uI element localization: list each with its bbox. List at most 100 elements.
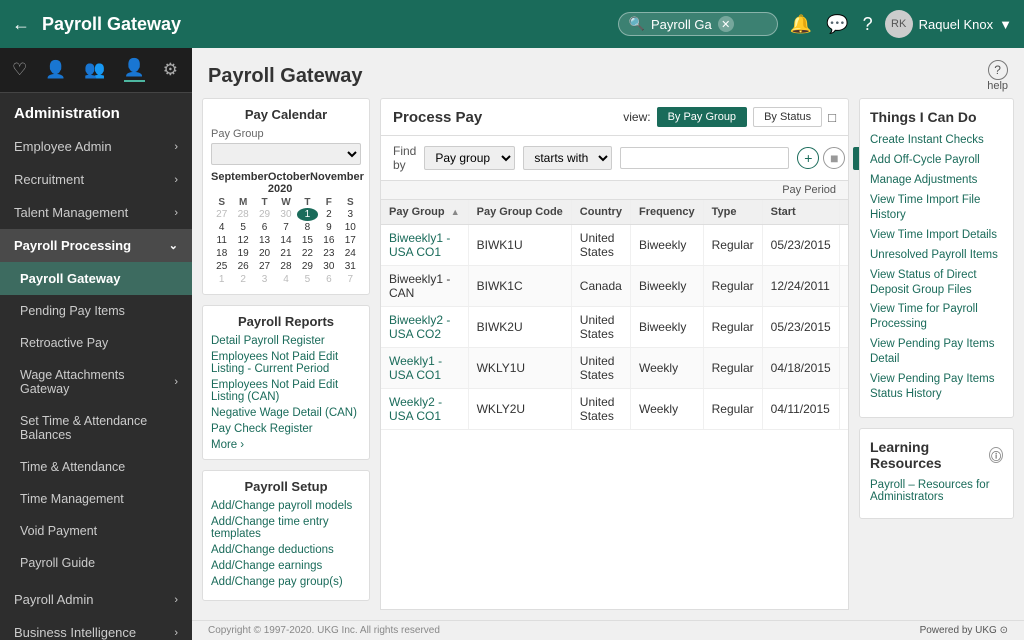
link-payroll-resources[interactable]: Payroll – Resources for Administrators xyxy=(870,479,1003,503)
favorites-icon[interactable]: ♡ xyxy=(12,60,27,80)
cal-week-5: 25262728293031 xyxy=(211,260,361,273)
add-filter-button[interactable]: + xyxy=(797,147,819,169)
sidebar-item-retroactive-pay[interactable]: Retroactive Pay xyxy=(0,327,192,359)
cell-country: United States xyxy=(571,307,630,348)
setup-link-pay-groups[interactable]: Add/Change pay group(s) xyxy=(211,576,361,588)
setup-link-payroll-models[interactable]: Add/Change payroll models xyxy=(211,500,361,512)
user-menu[interactable]: RK Raquel Knox ▼ xyxy=(885,10,1012,38)
find-actions: + ■ xyxy=(797,147,845,169)
sidebar-item-payroll-admin[interactable]: Payroll Admin › xyxy=(0,583,192,616)
cell-pay-group-code: BIWK1C xyxy=(468,266,571,307)
pay-group-link[interactable]: Biweekly2 - USA CO2 xyxy=(389,313,450,341)
sidebar-item-time-management[interactable]: Time Management xyxy=(0,483,192,515)
pay-group-select[interactable] xyxy=(211,143,361,165)
settings-gear-icon[interactable]: ⚙ xyxy=(163,60,178,80)
pay-period-label: Pay Period xyxy=(380,181,849,200)
col-start[interactable]: Start xyxy=(762,200,839,225)
table-body: Biweekly1 - USA CO1 BIWK1U United States… xyxy=(381,225,849,430)
sidebar-item-recruitment[interactable]: Recruitment › xyxy=(0,163,192,196)
link-view-time-import-details[interactable]: View Time Import Details xyxy=(870,228,1003,243)
right-panel: Things I Can Do Create Instant Checks Ad… xyxy=(859,98,1014,610)
people-icon[interactable]: 👥 xyxy=(84,60,105,80)
report-link-paycheck[interactable]: Pay Check Register xyxy=(211,423,361,435)
col-end[interactable]: End xyxy=(839,200,849,225)
link-unresolved-payroll[interactable]: Unresolved Payroll Items xyxy=(870,248,1003,263)
col-frequency[interactable]: Frequency xyxy=(630,200,703,225)
condition-select[interactable]: starts with equals contains xyxy=(523,146,612,170)
find-by-select[interactable]: Pay group Status Country Frequency xyxy=(424,146,515,170)
link-view-time-payroll-processing[interactable]: View Time for Payroll Processing xyxy=(870,302,1003,332)
help-icon[interactable]: ? xyxy=(863,14,873,35)
top-nav: ← Payroll Gateway 🔍 Payroll Ga ✕ 🔔 💬 ? R… xyxy=(0,0,1024,48)
sidebar-item-pending-pay-items[interactable]: Pending Pay Items xyxy=(0,295,192,327)
sidebar-item-payroll-processing[interactable]: Payroll Processing ⌄ xyxy=(0,229,192,262)
person-add-icon[interactable]: 👤 xyxy=(124,58,145,82)
search-input[interactable] xyxy=(620,147,789,169)
nav-icons: 🔔 💬 ? xyxy=(790,14,873,35)
cell-type: Regular xyxy=(703,389,762,430)
sidebar-label-set-time-attendance: Set Time & Attendance Balances xyxy=(20,414,178,442)
cell-start: 05/23/2015 xyxy=(762,225,839,266)
cal-week-4: 18192021222324 xyxy=(211,247,361,260)
info-icon[interactable]: ⓘ xyxy=(989,447,1003,463)
report-link-not-paid-current[interactable]: Employees Not Paid Edit Listing - Curren… xyxy=(211,351,361,375)
payroll-setup-title: Payroll Setup xyxy=(211,479,361,494)
days-of-week-row: SMTWTFS xyxy=(211,197,361,208)
remove-filter-button[interactable]: ■ xyxy=(823,147,845,169)
setup-link-time-entry[interactable]: Add/Change time entry templates xyxy=(211,516,361,540)
person-icon[interactable]: 👤 xyxy=(45,60,66,80)
notification-bell-icon[interactable]: 🔔 xyxy=(790,14,812,35)
chevron-down-icon: ⌄ xyxy=(169,239,178,252)
prev-month: September xyxy=(211,171,268,195)
sidebar-item-talent-management[interactable]: Talent Management › xyxy=(0,196,192,229)
report-links: Detail Payroll Register Employees Not Pa… xyxy=(211,335,361,435)
col-country[interactable]: Country xyxy=(571,200,630,225)
pay-group-link[interactable]: Biweekly1 - USA CO1 xyxy=(389,231,450,259)
link-view-pending-pay-status[interactable]: View Pending Pay Items Status History xyxy=(870,372,1003,402)
main-header: Payroll Gateway ? help xyxy=(192,48,1024,98)
help-button[interactable]: ? help xyxy=(987,60,1008,92)
toggle-by-pay-group-button[interactable]: By Pay Group xyxy=(657,107,747,127)
cell-frequency: Biweekly xyxy=(630,266,703,307)
report-link-detail-payroll[interactable]: Detail Payroll Register xyxy=(211,335,361,347)
col-type[interactable]: Type xyxy=(703,200,762,225)
toggle-by-status-button[interactable]: By Status xyxy=(753,107,822,127)
setup-links: Add/Change payroll models Add/Change tim… xyxy=(211,500,361,588)
sidebar-item-time-attendance[interactable]: Time & Attendance xyxy=(0,451,192,483)
calendar-grid: SMTWTFS 27282930123 45678910 11121314151… xyxy=(211,197,361,286)
sidebar-label-time-attendance: Time & Attendance xyxy=(20,460,125,474)
find-bar: Find by Pay group Status Country Frequen… xyxy=(380,136,849,181)
chevron-right-icon: › xyxy=(174,627,178,639)
cell-end: 06/05/2015 xyxy=(839,225,849,266)
link-create-instant-checks[interactable]: Create Instant Checks xyxy=(870,133,1003,148)
pay-group-link[interactable]: Weekly1 - USA CO1 xyxy=(389,354,442,382)
report-link-negative-wage[interactable]: Negative Wage Detail (CAN) xyxy=(211,407,361,419)
main-content: Payroll Gateway ? help Pay Calendar Pay … xyxy=(192,48,1024,640)
col-pay-group-code[interactable]: Pay Group Code xyxy=(468,200,571,225)
back-button[interactable]: ← xyxy=(12,14,30,35)
search-clear-button[interactable]: ✕ xyxy=(718,16,734,32)
sidebar-item-business-intelligence[interactable]: Business Intelligence › xyxy=(0,616,192,640)
link-view-pending-pay-detail[interactable]: View Pending Pay Items Detail xyxy=(870,337,1003,367)
sidebar-item-wage-attachments[interactable]: Wage Attachments Gateway › xyxy=(0,359,192,405)
sidebar-item-employee-admin[interactable]: Employee Admin › xyxy=(0,130,192,163)
link-manage-adjustments[interactable]: Manage Adjustments xyxy=(870,173,1003,188)
chevron-right-icon: › xyxy=(174,141,178,153)
cell-frequency: Biweekly xyxy=(630,225,703,266)
link-add-off-cycle[interactable]: Add Off-Cycle Payroll xyxy=(870,153,1003,168)
sidebar-item-payroll-gateway[interactable]: Payroll Gateway xyxy=(0,262,192,295)
sidebar-item-set-time-attendance[interactable]: Set Time & Attendance Balances xyxy=(0,405,192,451)
setup-link-earnings[interactable]: Add/Change earnings xyxy=(211,560,361,572)
sidebar-item-payroll-guide[interactable]: Payroll Guide xyxy=(0,547,192,579)
report-link-not-paid-can[interactable]: Employees Not Paid Edit Listing (CAN) xyxy=(211,379,361,403)
col-pay-group[interactable]: Pay Group ▲ xyxy=(381,200,468,225)
expand-icon[interactable]: □ xyxy=(828,110,836,125)
setup-link-deductions[interactable]: Add/Change deductions xyxy=(211,544,361,556)
link-view-time-import-history[interactable]: View Time Import File History xyxy=(870,193,1003,223)
reports-more-link[interactable]: More › xyxy=(211,439,361,451)
pay-group-link[interactable]: Weekly2 - USA CO1 xyxy=(389,395,442,423)
sidebar-item-void-payment[interactable]: Void Payment xyxy=(0,515,192,547)
search-bar[interactable]: 🔍 Payroll Ga ✕ xyxy=(618,12,778,36)
chat-icon[interactable]: 💬 xyxy=(826,14,848,35)
link-view-status-direct-deposit[interactable]: View Status of Direct Deposit Group File… xyxy=(870,268,1003,298)
